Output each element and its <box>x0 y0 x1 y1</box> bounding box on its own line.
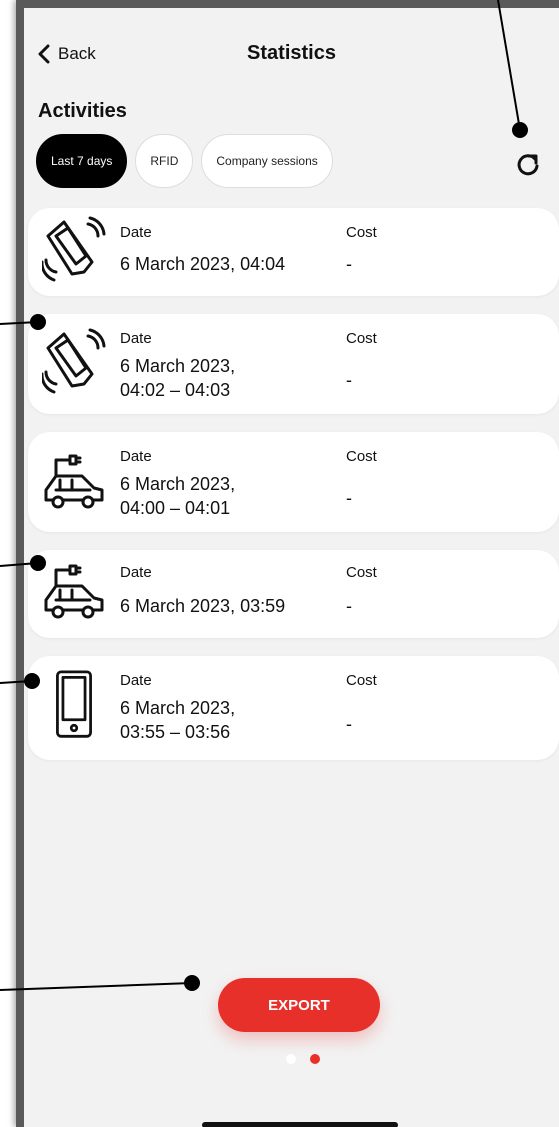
home-indicator[interactable] <box>202 1122 398 1127</box>
cost-value: - <box>346 714 352 734</box>
date-label: Date <box>120 448 152 465</box>
cost-label: Cost <box>346 224 377 241</box>
activity-card[interactable]: Date 6 March 2023, 04:02 – 04:03 Cost - <box>28 314 559 414</box>
cost-value: - <box>346 370 352 390</box>
mobile-phone-icon <box>56 670 92 738</box>
date-value-line2: 04:00 – 04:01 <box>120 498 231 518</box>
cost-value: - <box>346 254 352 274</box>
cost-value: - <box>346 596 352 616</box>
date-label: Date <box>120 224 152 241</box>
date-value: 6 March 2023, 03:59 <box>120 596 286 616</box>
page-dot[interactable] <box>286 1054 296 1064</box>
date-value: 6 March 2023, 04:04 <box>120 254 286 274</box>
rfid-card-icon <box>42 328 106 394</box>
date-label: Date <box>120 672 152 689</box>
activity-card[interactable]: Date 6 March 2023, 04:00 – 04:01 Cost - <box>28 432 559 532</box>
filter-chip-last-7-days[interactable]: Last 7 days <box>36 134 128 188</box>
refresh-icon[interactable] <box>515 152 541 178</box>
date-label: Date <box>120 330 152 347</box>
filter-chip-company-sessions[interactable]: Company sessions <box>201 134 333 188</box>
page-dot-active[interactable] <box>310 1054 320 1064</box>
date-value-line2: 04:02 – 04:03 <box>120 380 231 400</box>
date-value-line1: 6 March 2023, <box>120 474 236 494</box>
activity-card[interactable]: Date 6 March 2023, 03:59 Cost - <box>28 550 559 638</box>
car-charging-icon <box>44 454 104 509</box>
filter-chips: Last 7 days RFID Company sessions <box>36 134 333 188</box>
cost-label: Cost <box>346 672 377 689</box>
activity-card[interactable]: Date 6 March 2023, 04:04 Cost - <box>28 208 559 296</box>
cost-label: Cost <box>346 448 377 465</box>
cost-label: Cost <box>346 330 377 347</box>
date-value-line1: 6 March 2023, <box>120 356 236 376</box>
activity-card[interactable]: Date 6 March 2023, 03:55 – 03:56 Cost - <box>28 656 559 760</box>
date-label: Date <box>120 564 152 581</box>
page-indicator <box>286 1054 320 1064</box>
phone-screen: Back Statistics Activities Last 7 days R… <box>16 0 559 1127</box>
section-title: Activities <box>38 100 127 122</box>
cost-value: - <box>346 488 352 508</box>
date-value-line1: 6 March 2023, <box>120 698 236 718</box>
filter-chip-rfid[interactable]: RFID <box>135 134 194 188</box>
export-button[interactable]: EXPORT <box>218 978 380 1032</box>
page-title: Statistics <box>247 42 336 64</box>
rfid-card-icon <box>42 216 106 282</box>
nav-bar: Back Statistics <box>24 38 559 78</box>
cost-label: Cost <box>346 564 377 581</box>
car-charging-icon <box>44 564 104 619</box>
date-value-line2: 03:55 – 03:56 <box>120 722 231 742</box>
